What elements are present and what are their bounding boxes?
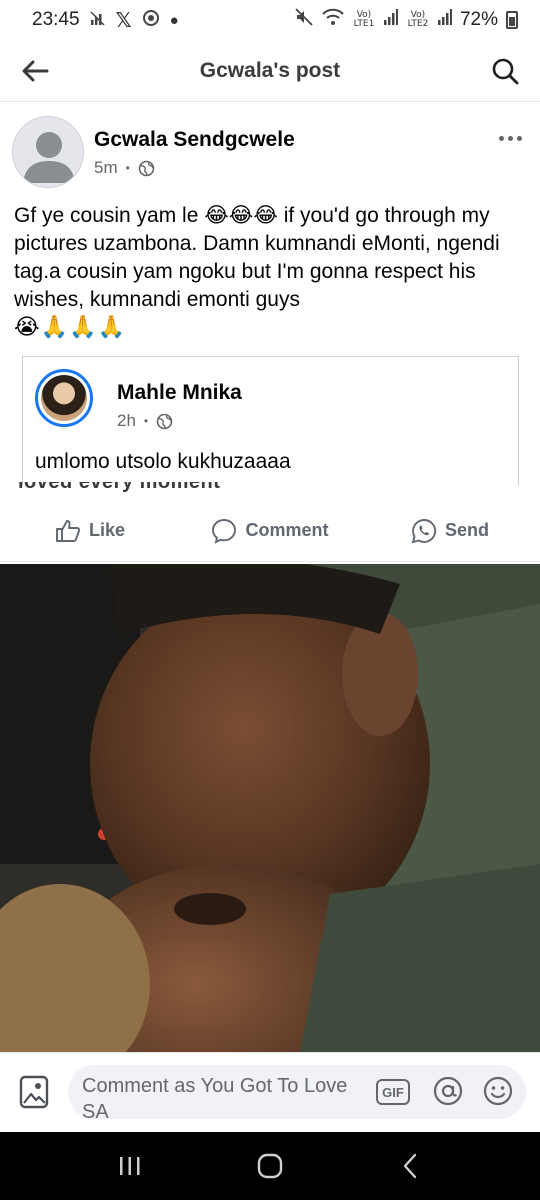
more-dot-icon — [498, 135, 504, 141]
dot-icon: ● — [169, 11, 179, 29]
signal-icon-2 — [437, 9, 452, 31]
status-left: 23:45 𝕏 ● — [32, 8, 179, 33]
cropped-caption: loved every moment — [18, 482, 518, 494]
comment-icon — [212, 518, 237, 544]
nav-back-button[interactable] — [380, 1136, 440, 1196]
shared-author-name[interactable]: Mahle Mnika — [117, 381, 242, 405]
thumbs-up-icon — [56, 519, 81, 542]
nav-back-icon — [403, 1153, 417, 1179]
globe-icon — [156, 413, 173, 429]
send-label: Send — [444, 520, 489, 540]
globe-icon — [138, 160, 155, 176]
shared-avatar-image — [41, 375, 87, 421]
at-sign-icon — [433, 1076, 463, 1106]
photo-icon — [19, 1075, 49, 1109]
signal-icon — [383, 9, 398, 31]
shared-avatar[interactable] — [35, 369, 93, 427]
signal-label-2: Vo) LTE2 — [407, 10, 429, 29]
more-dot-icon — [516, 135, 522, 141]
search-icon — [492, 58, 519, 84]
post-photo[interactable] — [0, 564, 540, 1052]
more-options-button[interactable] — [492, 126, 528, 150]
shared-post-meta: 2h • — [117, 411, 173, 431]
comment-button[interactable]: Comment — [180, 518, 360, 544]
home-button[interactable] — [240, 1136, 300, 1196]
comment-input[interactable]: Comment as You Got To Love SA GIF — [68, 1065, 526, 1119]
status-bar: 23:45 𝕏 ● Vo) LTE1 Vo) LTE2 72% — [0, 0, 540, 40]
post-time[interactable]: 5m — [94, 158, 118, 178]
shared-post-time[interactable]: 2h — [117, 411, 136, 431]
whatsapp-icon — [411, 518, 437, 543]
smiley-icon — [483, 1076, 513, 1106]
send-button[interactable]: Send — [360, 518, 540, 544]
status-right: Vo) LTE1 Vo) LTE2 72% — [294, 7, 518, 33]
like-button[interactable]: Like — [0, 519, 180, 543]
page-title: Gcwala's post — [199, 58, 341, 82]
avatar[interactable] — [12, 116, 84, 188]
recents-icon — [120, 1157, 140, 1175]
gif-button[interactable]: GIF — [376, 1079, 410, 1105]
battery-text: 72% — [459, 9, 498, 30]
recents-button[interactable] — [100, 1136, 160, 1196]
more-dot-icon — [507, 135, 513, 141]
action-bar: Like Comment Send — [0, 500, 540, 562]
default-avatar-icon — [23, 132, 75, 183]
gallery-icon — [142, 9, 160, 31]
attach-photo-button[interactable] — [18, 1073, 50, 1111]
meta-separator: • — [143, 414, 149, 428]
cropped-caption-text: loved every moment — [18, 482, 221, 493]
mute-icon — [294, 7, 314, 33]
meta-separator: • — [125, 161, 130, 175]
post-text: Gf ye cousin yam le 😂😂😂 if you'd go thro… — [14, 204, 500, 311]
emoji-button[interactable] — [482, 1075, 514, 1107]
author-name[interactable]: Gcwala Sendgcwele — [94, 128, 295, 152]
signal-off-icon — [90, 10, 106, 30]
mention-button[interactable] — [432, 1075, 464, 1107]
shared-post-card[interactable]: Mahle Mnika 2h • umlomo utsolo kukhuzaaa… — [22, 356, 519, 486]
comment-bar: Comment as You Got To Love SA GIF — [0, 1052, 540, 1132]
post-header: Gcwala Sendgcwele 5m • — [12, 116, 528, 192]
status-time: 23:45 — [32, 9, 80, 30]
battery-icon — [506, 11, 518, 29]
back-button[interactable] — [0, 40, 70, 102]
search-button[interactable] — [470, 40, 540, 102]
post-emojis: 😭🙏🙏🙏 — [14, 314, 126, 339]
wifi-icon — [322, 8, 344, 32]
like-label: Like — [88, 520, 126, 540]
navigation-bar — [0, 1132, 540, 1200]
signal-label-1: Vo) LTE1 — [353, 10, 375, 29]
x-logo-icon: 𝕏 — [115, 9, 132, 32]
photo-image — [0, 564, 540, 1052]
shared-post-text: umlomo utsolo kukhuzaaaa — [35, 450, 291, 473]
post-meta: 5m • — [94, 158, 155, 178]
back-arrow-icon — [22, 60, 49, 81]
home-icon — [257, 1153, 283, 1179]
comment-label: Comment — [245, 520, 329, 540]
header: Gcwala's post — [0, 40, 540, 102]
comment-placeholder: Comment as You Got To Love SA — [82, 1075, 348, 1119]
